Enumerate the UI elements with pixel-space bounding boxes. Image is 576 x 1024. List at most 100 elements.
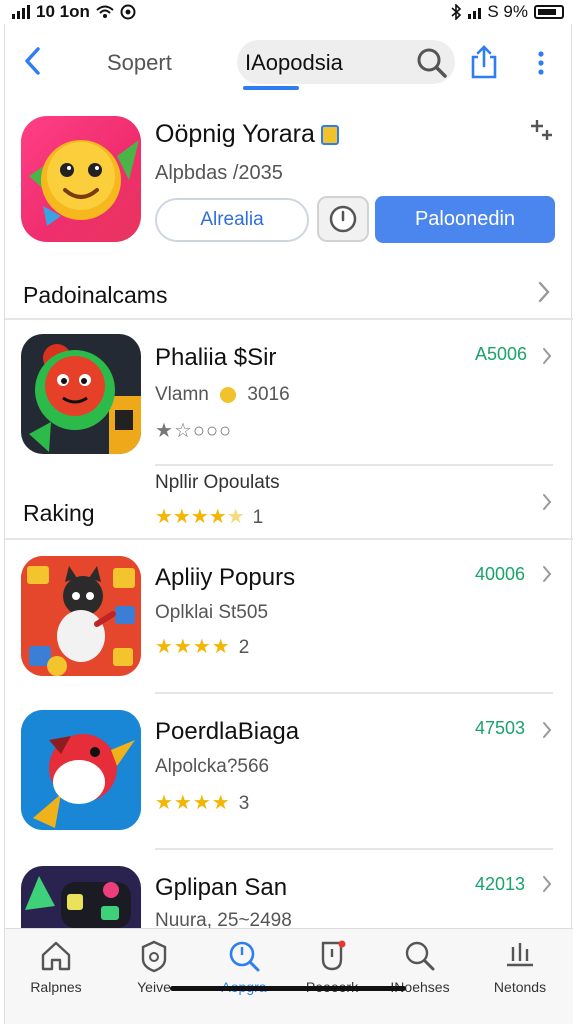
app-icon-2[interactable]	[21, 556, 141, 676]
app-subtitle: Nuura, 25~2498	[155, 910, 292, 928]
ranking-label[interactable]: Raking	[23, 500, 95, 527]
ranking-subtitle: Npllir Opoulats	[155, 472, 280, 493]
app-title[interactable]: Apliiy Popurs	[155, 564, 295, 592]
search-button[interactable]	[415, 46, 449, 80]
tab-label: Netonds	[493, 979, 547, 995]
section-divider	[5, 538, 573, 540]
status-time: 10 1on	[36, 2, 90, 21]
status-left: 10 1on	[12, 2, 136, 22]
tab-home[interactable]: Ralpnes	[9, 937, 103, 1017]
tab-badge[interactable]: Yeive	[107, 937, 201, 1017]
game-controller-icon	[25, 876, 131, 928]
app-rating: ★★★★ 2	[155, 634, 249, 659]
hero-app-title: Oöpnig Yorara	[155, 120, 339, 149]
chevron-right-icon[interactable]	[537, 280, 551, 304]
signal-icon	[12, 5, 30, 19]
bookmark-icon	[321, 940, 346, 971]
home-icon	[41, 941, 71, 971]
red-mascot-icon	[29, 344, 141, 454]
hero-app-icon[interactable]	[21, 116, 141, 242]
share-button[interactable]	[469, 44, 499, 80]
app-price[interactable]: A5006	[475, 344, 527, 365]
app-subtitle: Vlamn 3016	[155, 384, 290, 406]
app-rating: ★★★★ 3	[155, 790, 249, 815]
rating-count: 3	[238, 793, 250, 814]
rating-count: 2	[238, 637, 250, 658]
badge-icon	[141, 940, 167, 973]
row-divider	[155, 848, 553, 850]
clock-button[interactable]	[317, 196, 369, 242]
chevron-right-icon[interactable]	[541, 720, 553, 740]
battery-percent: S 9%	[487, 2, 528, 21]
hero-app-title-text: Oöpnig Yorara	[155, 120, 315, 148]
bird-icon	[21, 710, 141, 830]
app-subtitle-text: Vlamn	[155, 384, 209, 405]
row-divider	[155, 464, 553, 466]
section-divider	[5, 318, 573, 320]
row-divider	[155, 692, 553, 694]
app-subtitle: Alpolcka?566	[155, 756, 270, 777]
search-icon	[229, 941, 260, 972]
more-vertical-icon	[538, 51, 544, 75]
section-title[interactable]: Padoinalcams	[23, 282, 167, 309]
app-subtitle: Oplklai St505	[155, 602, 269, 623]
tab-label: Ralpnes	[30, 979, 82, 995]
more-button[interactable]	[531, 46, 551, 80]
smiley-mascot-icon	[29, 140, 139, 226]
sparkle-icon	[531, 120, 552, 140]
cellular-icon	[468, 5, 482, 19]
app-store-card: Sopert IAopodsia Oöpnig Yorara Alpbdas /…	[4, 24, 573, 1024]
status-bar: 10 1on S 9%	[0, 0, 576, 24]
status-right: S 9%	[450, 2, 564, 22]
tab-support[interactable]: Sopert	[107, 50, 172, 76]
chevron-right-icon[interactable]	[541, 874, 553, 894]
back-button[interactable]	[17, 44, 47, 78]
star-icon: ★★★★	[155, 636, 231, 658]
tab-chart[interactable]: Netonds	[473, 937, 567, 1017]
star-icon: ★★★★	[155, 506, 227, 528]
tab-active[interactable]: IAopodsia	[245, 50, 343, 76]
sparkle-button[interactable]	[527, 116, 555, 144]
star-half-icon: ★	[226, 506, 245, 528]
tab-bookmark[interactable]: Peoeerk	[285, 937, 379, 1017]
search-icon	[417, 48, 447, 78]
app-subtitle-extra: 3016	[247, 384, 290, 405]
navbar: Sopert IAopodsia	[5, 24, 573, 100]
app-price[interactable]: 40006	[475, 564, 525, 585]
star-outline-icon: ☆	[173, 420, 193, 442]
app-icon-4[interactable]	[21, 866, 141, 928]
star-empty-icon: ○○○	[192, 420, 233, 442]
verified-badge-icon	[320, 125, 339, 146]
chevron-right-icon[interactable]	[541, 346, 553, 366]
battery-icon	[534, 5, 564, 19]
bluetooth-icon	[451, 4, 462, 20]
app-icon-3[interactable]	[21, 710, 141, 830]
back-chevron-icon	[25, 47, 40, 75]
app-rating: ★☆○○○	[155, 418, 232, 443]
ranking-rating: ★★★★★ 1	[155, 504, 263, 529]
rating-count: 1	[252, 507, 264, 528]
chevron-right-icon[interactable]	[541, 564, 553, 584]
coin-icon	[220, 386, 237, 403]
chevron-right-icon[interactable]	[541, 492, 553, 512]
chart-icon	[507, 943, 533, 967]
active-tab-indicator	[243, 86, 299, 90]
app-title[interactable]: PoerdlaBiaga	[155, 718, 299, 746]
app-icon-1[interactable]	[21, 334, 141, 454]
clock-icon	[329, 205, 357, 233]
tab-search-active[interactable]: Aopgra	[197, 937, 291, 1017]
search-icon	[405, 941, 435, 971]
secondary-button[interactable]: Alrealia	[155, 198, 309, 242]
home-indicator[interactable]	[170, 986, 406, 991]
star-icon: ★	[155, 420, 174, 442]
app-title[interactable]: Gplipan San	[155, 874, 287, 902]
cartoon-character-icon	[21, 556, 141, 676]
app-price[interactable]: 42013	[475, 874, 525, 895]
app-price[interactable]: 47503	[475, 718, 525, 739]
tab-search[interactable]: INoehses	[373, 937, 467, 1017]
app-title[interactable]: Phaliia $Sir	[155, 344, 276, 372]
star-icon: ★★★★	[155, 792, 231, 814]
get-button[interactable]: Paloonedin	[375, 196, 555, 243]
notification-icon	[120, 4, 136, 20]
tab-bar: Ralpnes Yeive Aopgra Peoeerk INoehses Ne…	[5, 928, 573, 1024]
